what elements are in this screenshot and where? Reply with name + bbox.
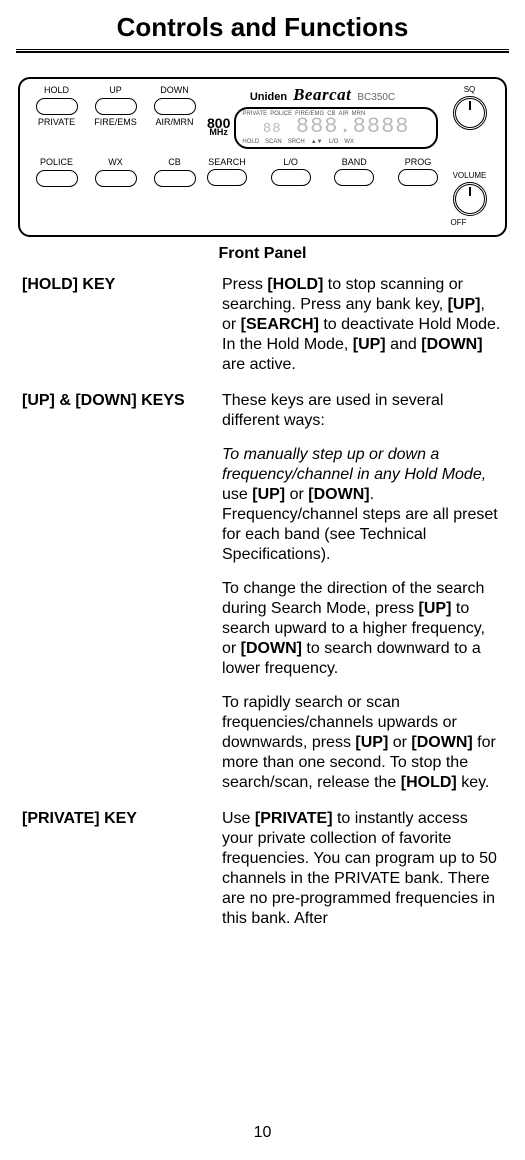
oval-button-icon (154, 170, 196, 187)
mhz-tag: 800 MHz (207, 119, 230, 137)
page-number: 10 (0, 1124, 525, 1142)
definition-paragraph: Use [PRIVATE] to instantly access your p… (222, 809, 503, 929)
panel-button: UPFIRE/EMS (87, 85, 144, 155)
definition-paragraph: Press [HOLD] to stop scanning or searchi… (222, 275, 503, 375)
oval-button-icon (36, 170, 78, 187)
definition-paragraph: To manually step up or down a frequency/… (222, 445, 503, 565)
panel-center: Uniden Bearcat BC350C 800 MHz PRIVATEPOL… (203, 85, 442, 227)
volume-knob-icon (453, 182, 487, 216)
lcd-display: PRIVATEPOLICEFIRE/EMGCBAIRMRN 88 888.888… (234, 107, 438, 149)
volume-label: VOLUME (453, 171, 487, 180)
center-button: PROG (398, 157, 438, 188)
panel-left-buttons: HOLDPRIVATEUPFIRE/EMSDOWNAIR/MRN POLICEWX… (28, 85, 203, 227)
definition-paragraph: To change the direction of the search du… (222, 579, 503, 679)
oval-button-icon (36, 98, 78, 115)
oval-button-icon (207, 169, 247, 186)
center-button: BAND (334, 157, 374, 188)
lcd-status-label: L/O (329, 139, 339, 145)
bearcat-logo: Bearcat (293, 85, 351, 105)
lcd-status-label: SRCH (288, 139, 305, 145)
panel-button: POLICE (28, 157, 85, 227)
brand-text: Uniden (250, 91, 287, 103)
center-button: SEARCH (207, 157, 247, 188)
definition-term: [UP] & [DOWN] KEYS (22, 391, 222, 411)
off-label: OFF (451, 218, 467, 227)
oval-button-icon (95, 98, 137, 115)
lcd-status-label: WX (344, 139, 354, 145)
center-button: L/O (271, 157, 311, 188)
panel-caption: Front Panel (0, 245, 525, 263)
definition-body: These keys are used in several different… (222, 391, 503, 793)
oval-button-icon (95, 170, 137, 187)
lcd-channel: 88 (263, 121, 282, 137)
definition-paragraph: These keys are used in several different… (222, 391, 503, 431)
definition-row: [PRIVATE] KEYUse [PRIVATE] to instantly … (22, 809, 503, 929)
model-text: BC350C (357, 92, 395, 103)
definition-body: Press [HOLD] to stop scanning or searchi… (222, 275, 503, 375)
oval-button-icon (154, 98, 196, 115)
oval-button-icon (334, 169, 374, 186)
sq-label: SQ (464, 85, 476, 94)
oval-button-icon (271, 169, 311, 186)
definition-term: [HOLD] KEY (22, 275, 222, 295)
definition-term: [PRIVATE] KEY (22, 809, 222, 829)
panel-button: WX (87, 157, 144, 227)
oval-button-icon (398, 169, 438, 186)
definition-body: Use [PRIVATE] to instantly access your p… (222, 809, 503, 929)
panel-button: DOWNAIR/MRN (146, 85, 203, 155)
panel-button: CB (146, 157, 203, 227)
definition-row: [UP] & [DOWN] KEYSThese keys are used in… (22, 391, 503, 793)
lcd-status-label: SCAN (265, 139, 282, 145)
title-rule (16, 49, 509, 53)
panel-right-knobs: SQ VOLUME OFF (442, 85, 497, 227)
scanner-panel-illustration: HOLDPRIVATEUPFIRE/EMSDOWNAIR/MRNPOLICEWX… (18, 77, 507, 237)
definition-paragraph: To rapidly search or scan frequencies/ch… (222, 693, 503, 793)
lcd-status-label: HOLD (242, 139, 259, 145)
squelch-knob-icon (453, 96, 487, 130)
definitions-list: [HOLD] KEYPress [HOLD] to stop scanning … (0, 275, 525, 929)
lcd-status-label: ▲▼ (311, 139, 323, 145)
panel-button: HOLDPRIVATE (28, 85, 85, 155)
page-title: Controls and Functions (0, 12, 525, 43)
definition-row: [HOLD] KEYPress [HOLD] to stop scanning … (22, 275, 503, 375)
lcd-frequency: 888.8888 (296, 114, 410, 139)
